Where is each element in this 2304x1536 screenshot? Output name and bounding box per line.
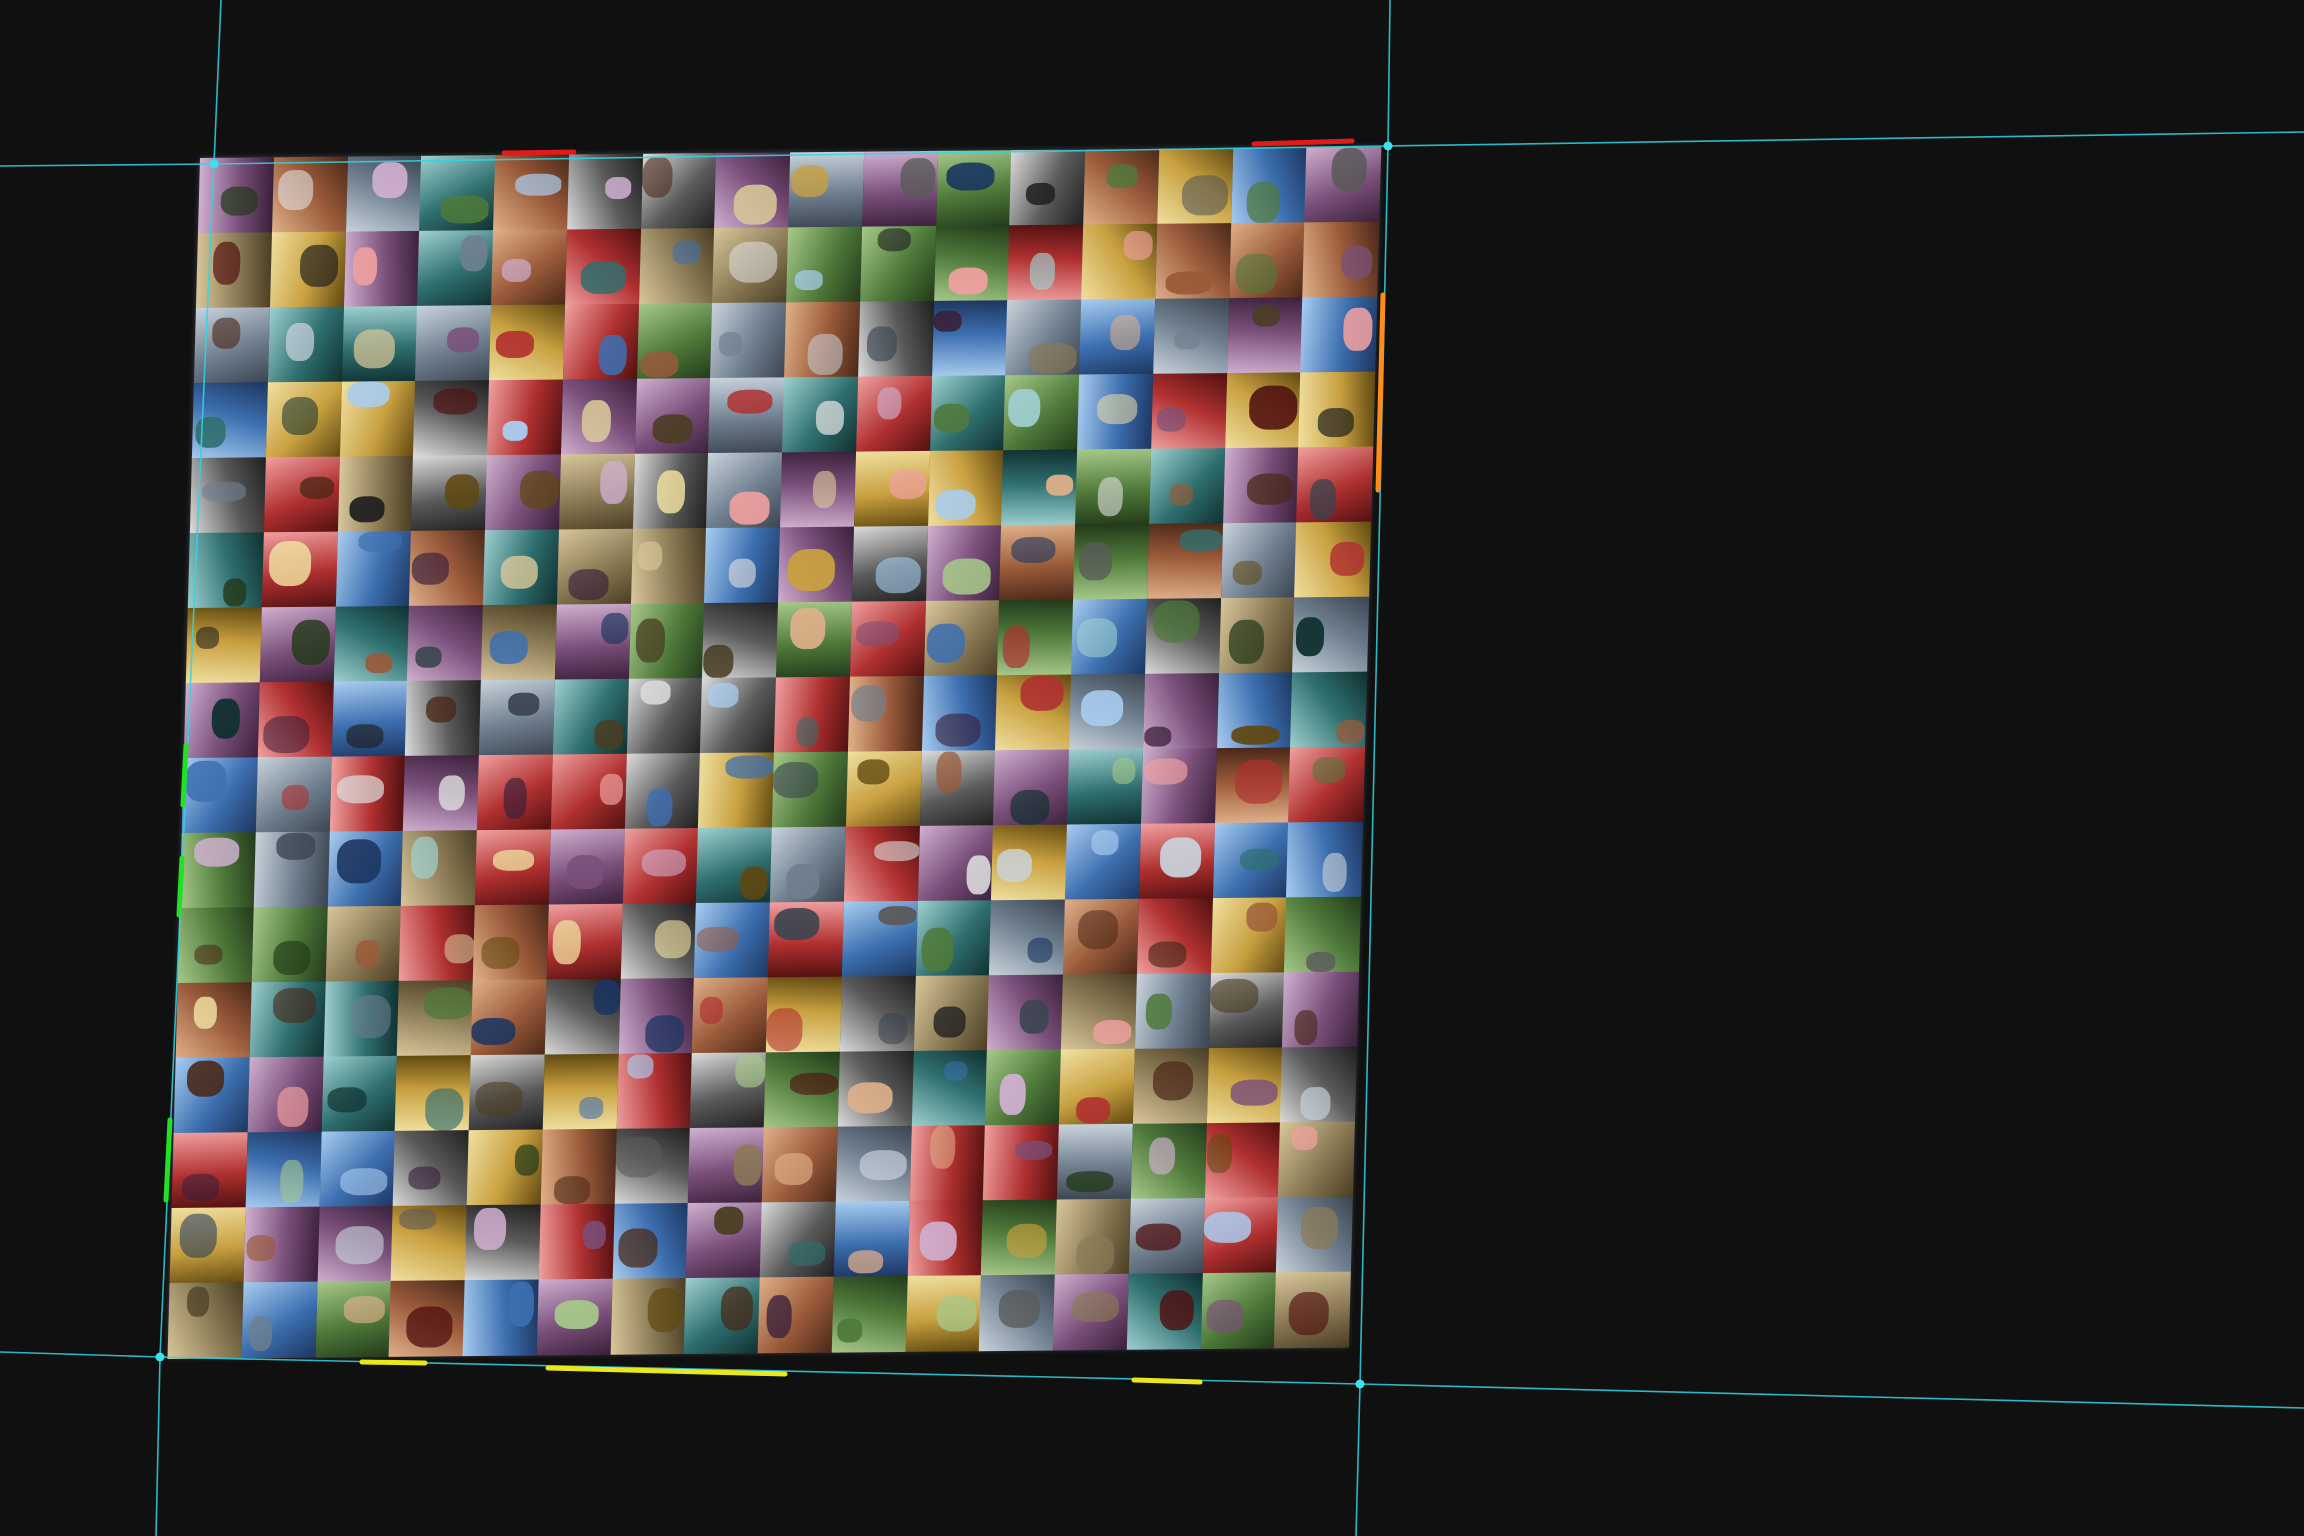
edge-highlight-segment [1375,292,1386,493]
guide-line [155,1356,161,1536]
guide-line [1387,0,1391,147]
guide-line [1359,1383,2304,1409]
edge-highlight-segment [180,742,189,808]
corner-marker [209,159,219,169]
edge-highlight-segment [1131,1377,1203,1385]
guide-line [0,163,215,167]
edge-highlight-segment [359,1359,428,1366]
guide-line [213,145,1389,165]
corner-marker [1355,1379,1365,1389]
edge-highlight-segment [163,1117,173,1203]
edge-highlight-segment [176,855,185,918]
corner-marker [1383,141,1393,151]
guide-line [213,0,222,165]
guide-line [1387,131,2304,147]
edge-highlight-segment [1251,138,1355,147]
edge-highlight-segment [545,1365,788,1377]
calibration-overlay [0,0,2304,1536]
guide-line [1355,1383,1361,1536]
photo-background [0,0,2304,1536]
guide-line [0,1351,161,1358]
edge-highlight-segment [501,149,577,156]
corner-marker [155,1352,165,1362]
